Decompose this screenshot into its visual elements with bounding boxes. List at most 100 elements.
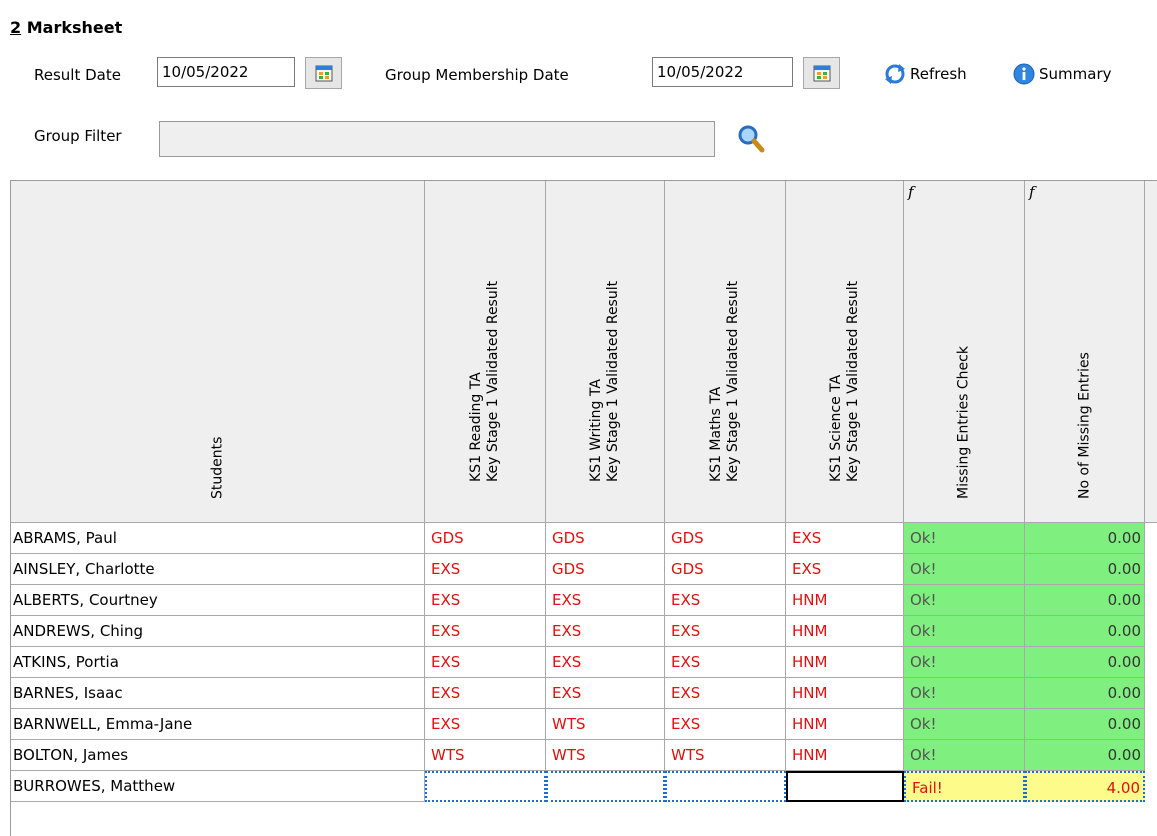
summary-label: Summary [1039,65,1112,83]
column-header-missing-count[interactable]: f No of Missing Entries [1025,181,1145,523]
column-header-reading-label: KS1 Reading TA Key Stage 1 Validated Resu… [468,280,501,482]
column-header-writing-label: KS1 Writing TA Key Stage 1 Validated Resu… [588,280,621,482]
missing-count-cell: 0.00 [1025,647,1145,678]
panel-title: 2 Marksheet [10,18,122,37]
column-header-missing-check[interactable]: f Missing Entries Check [904,181,1025,523]
science-result-cell[interactable]: HNM [786,740,904,771]
reading-result-cell[interactable] [425,771,546,802]
column-header-maths-label: KS1 Maths TA Key Stage 1 Validated Result [708,280,741,482]
student-name-cell[interactable]: ALBERTS, Courtney [11,585,425,616]
column-header-writing[interactable]: KS1 Writing TA Key Stage 1 Validated Resu… [546,181,665,523]
writing-result-cell[interactable]: EXS [546,616,665,647]
student-name-cell[interactable]: BURROWES, Matthew [11,771,425,802]
student-name-cell[interactable]: BARNWELL, Emma-Jane [11,709,425,740]
info-icon [1013,63,1035,85]
maths-result-cell[interactable]: GDS [665,523,786,554]
column-header-maths[interactable]: KS1 Maths TA Key Stage 1 Validated Result [665,181,786,523]
group-membership-date-label: Group Membership Date [385,66,569,84]
maths-result-cell[interactable]: WTS [665,740,786,771]
maths-result-cell[interactable]: EXS [665,678,786,709]
panel-accel-key: 2 [10,18,22,37]
science-result-cell[interactable]: HNM [786,709,904,740]
column-header-spacer [1145,181,1157,523]
writing-result-cell[interactable]: GDS [546,523,665,554]
missing-check-cell: Ok! [904,554,1025,585]
science-result-cell[interactable]: EXS [786,554,904,585]
reading-result-cell[interactable]: EXS [425,709,546,740]
refresh-label: Refresh [910,65,967,83]
science-result-cell[interactable]: HNM [786,678,904,709]
calendar-icon [813,65,830,82]
student-name-cell[interactable]: BOLTON, James [11,740,425,771]
student-name-cell[interactable]: ATKINS, Portia [11,647,425,678]
science-result-cell[interactable]: HNM [786,585,904,616]
summary-button[interactable]: Summary [1013,63,1112,85]
column-header-science-label: KS1 Science TA Key Stage 1 Validated Resu… [827,280,861,482]
writing-result-cell[interactable]: WTS [546,740,665,771]
writing-result-cell[interactable]: EXS [546,647,665,678]
missing-check-cell: Ok! [904,616,1025,647]
writing-result-cell[interactable]: EXS [546,585,665,616]
missing-check-cell: Ok! [904,585,1025,616]
writing-result-cell[interactable]: EXS [546,678,665,709]
reading-result-cell[interactable]: EXS [425,554,546,585]
column-header-science[interactable]: KS1 Science TA Key Stage 1 Validated Resu… [786,181,904,523]
refresh-icon [885,64,905,84]
reading-result-cell[interactable]: WTS [425,740,546,771]
maths-result-cell[interactable]: GDS [665,554,786,585]
group-filter-search-button[interactable] [737,124,765,158]
student-name-cell[interactable]: ABRAMS, Paul [11,523,425,554]
maths-result-cell[interactable]: EXS [665,709,786,740]
result-date-label: Result Date [34,66,121,84]
missing-check-cell: Ok! [904,647,1025,678]
reading-result-cell[interactable]: EXS [425,678,546,709]
missing-check-cell: Ok! [904,740,1025,771]
group-membership-date-input[interactable]: 10/05/2022 [652,57,793,87]
maths-result-cell[interactable] [665,771,786,802]
magnifier-icon [738,125,765,153]
missing-check-cell: Ok! [904,678,1025,709]
column-header-reading[interactable]: KS1 Reading TA Key Stage 1 Validated Resu… [425,181,546,523]
student-name-cell[interactable]: BARNES, Isaac [11,678,425,709]
student-name-cell[interactable]: AINSLEY, Charlotte [11,554,425,585]
column-header-missing-count-label: No of Missing Entries [1076,352,1092,499]
calendar-icon [315,65,332,82]
writing-result-cell[interactable]: GDS [546,554,665,585]
missing-count-cell: 4.00 [1025,771,1145,802]
science-result-cell[interactable]: HNM [786,647,904,678]
missing-count-cell: 0.00 [1025,585,1145,616]
result-date-calendar-button[interactable] [305,57,342,89]
reading-result-cell[interactable]: EXS [425,647,546,678]
refresh-button[interactable]: Refresh [884,63,967,85]
result-date-input[interactable]: 10/05/2022 [157,57,295,87]
student-name-cell[interactable]: ANDREWS, Ching [11,616,425,647]
missing-count-cell: 0.00 [1025,678,1145,709]
missing-count-cell: 0.00 [1025,554,1145,585]
writing-result-cell[interactable]: WTS [546,709,665,740]
maths-result-cell[interactable]: EXS [665,647,786,678]
writing-result-cell[interactable] [546,771,665,802]
group-filter-input[interactable] [159,121,715,157]
group-filter-label: Group Filter [34,127,122,145]
missing-count-cell: 0.00 [1025,616,1145,647]
missing-count-cell: 0.00 [1025,709,1145,740]
marksheet-grid: Students KS1 Reading TA Key Stage 1 Valid… [10,180,1157,836]
column-header-students[interactable]: Students [11,181,425,523]
column-header-students-label: Students [209,436,225,499]
missing-count-cell: 0.00 [1025,740,1145,771]
missing-count-cell: 0.00 [1025,523,1145,554]
missing-check-cell: Ok! [904,523,1025,554]
panel-title-text: Marksheet [26,18,123,37]
reading-result-cell[interactable]: EXS [425,616,546,647]
missing-check-cell: Ok! [904,709,1025,740]
formula-icon: f [1029,183,1035,201]
science-result-cell-active[interactable] [786,771,904,802]
reading-result-cell[interactable]: EXS [425,585,546,616]
science-result-cell[interactable]: HNM [786,616,904,647]
missing-check-cell: Fail! [904,771,1025,802]
maths-result-cell[interactable]: EXS [665,616,786,647]
science-result-cell[interactable]: EXS [786,523,904,554]
group-membership-calendar-button[interactable] [803,57,840,89]
reading-result-cell[interactable]: GDS [425,523,546,554]
maths-result-cell[interactable]: EXS [665,585,786,616]
